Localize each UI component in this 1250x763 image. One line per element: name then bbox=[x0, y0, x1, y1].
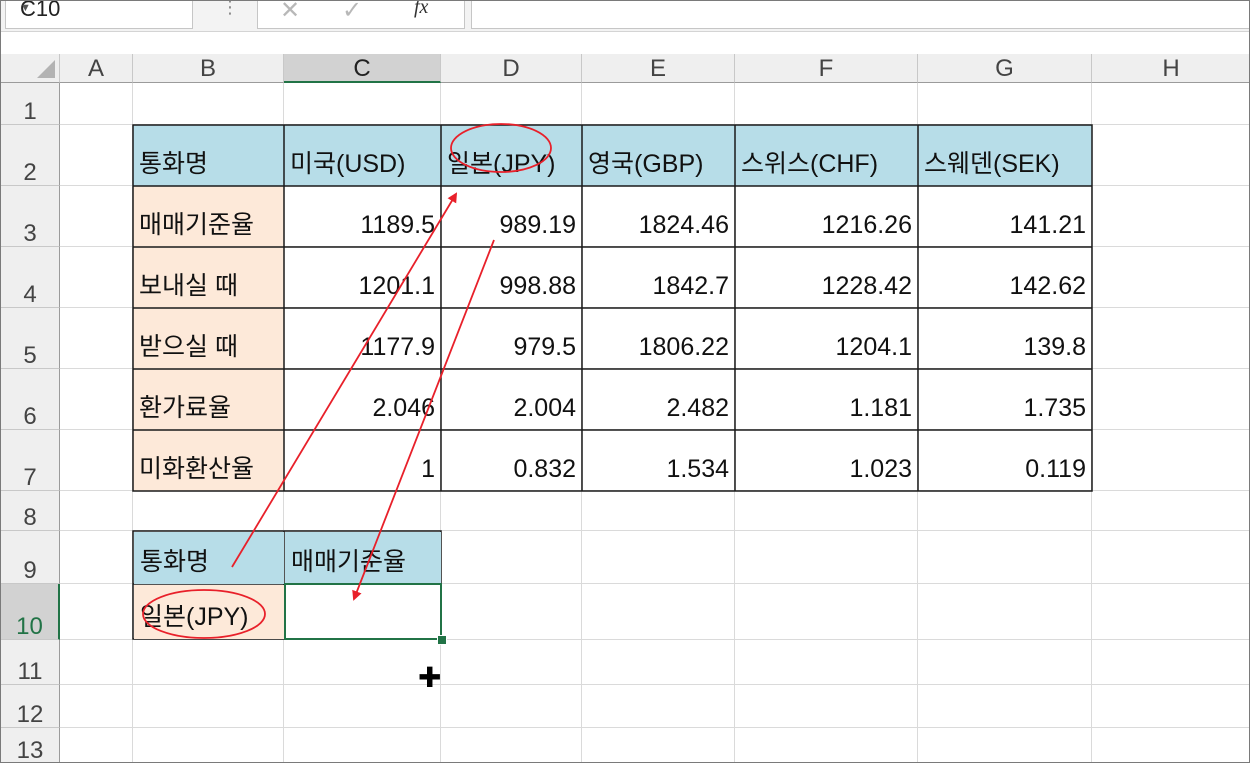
annotation-circle-lookup-jpy bbox=[142, 589, 266, 639]
spreadsheet-window: C10 ▼ ⋮ ✕ ✓ fx A B C D E F G H 1 2 3 4 5… bbox=[0, 0, 1250, 763]
annotation-arrow-to-header bbox=[231, 192, 458, 568]
annotation-overlay bbox=[142, 123, 552, 639]
annotation-circle-header-jpy bbox=[450, 123, 552, 173]
annotation-arrow-to-result bbox=[352, 239, 495, 601]
cell-cursor-icon: ✚ bbox=[418, 662, 442, 693]
